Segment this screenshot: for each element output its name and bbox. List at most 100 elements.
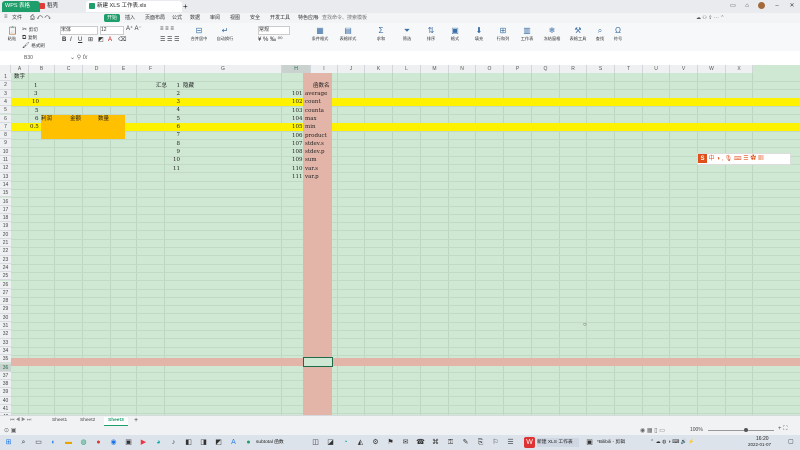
active-app-icon[interactable]: ● <box>243 437 254 448</box>
menu-special[interactable]: 特色应用 <box>298 14 318 22</box>
row-header-12[interactable]: 12 <box>0 164 11 173</box>
column-header-v[interactable]: V <box>670 65 698 73</box>
worksheet-button[interactable]: ▥ 工作表 <box>516 26 538 42</box>
column-header-g[interactable]: G <box>165 65 282 73</box>
paste-button[interactable]: 📋 粘贴 <box>4 26 20 42</box>
row-header-34[interactable]: 34 <box>0 346 11 356</box>
app-icon[interactable]: ◫ <box>310 437 321 448</box>
menu-home[interactable]: 开始 <box>104 14 121 22</box>
grow-font-icon[interactable]: A⁺ A⁻ <box>126 26 142 33</box>
column-header-w[interactable]: W <box>698 65 726 73</box>
cut-button[interactable]: ✂ 剪切 <box>22 26 38 34</box>
row-header-2[interactable]: 2 <box>0 81 11 90</box>
fill-color-icon[interactable]: ◩ <box>98 37 104 44</box>
column-header-s[interactable]: S <box>587 65 615 73</box>
column-header-k[interactable]: K <box>365 65 393 73</box>
skin-icon[interactable]: ⌂ <box>740 1 754 12</box>
tab-wps[interactable]: WPS 表格 <box>2 1 40 12</box>
sheet-nav-icon[interactable]: ⏮ ◀ ▶ ⏭ <box>6 417 35 425</box>
format-button[interactable]: ▣ 格式 <box>444 26 466 42</box>
app-icon[interactable]: ◪ <box>325 437 336 448</box>
row-header-1[interactable]: 1 <box>0 73 11 82</box>
spreadsheet-grid[interactable]: ABCDEFGHIJKLMNOPQRSTUVWX 1 2 3 4 5 6 7 8 9 10 11 12… <box>0 65 800 415</box>
row-header-14[interactable]: 14 <box>0 180 11 190</box>
find-button[interactable]: ⌕ 查找 <box>592 26 608 42</box>
merge-center-button[interactable]: ⊟ 合并居中 <box>188 26 210 42</box>
column-header-r[interactable]: R <box>560 65 587 73</box>
row-header-41[interactable]: 41 <box>0 405 11 414</box>
column-header-q[interactable]: Q <box>532 65 560 73</box>
bold-button[interactable]: B <box>62 37 66 44</box>
app-icon[interactable]: ◨ <box>198 437 209 448</box>
app-icon[interactable]: ▣ <box>584 437 595 448</box>
app-icon[interactable]: ☎ <box>415 437 426 448</box>
row-header-21[interactable]: 21 <box>0 239 11 248</box>
row-header-38[interactable]: 38 <box>0 380 11 389</box>
column-header-t[interactable]: T <box>615 65 643 73</box>
app-icon[interactable]: ⌘ <box>430 437 441 448</box>
taskbar-item-bilibili[interactable]: *Bilibili - 剪辑 <box>597 438 639 447</box>
sheet-tab-3[interactable]: Sheet3 <box>104 417 128 426</box>
chat-icon[interactable]: ◕ <box>153 437 164 448</box>
fill-button[interactable]: ⬇ 填充 <box>468 26 490 42</box>
menu-review[interactable]: 审阅 <box>210 14 220 22</box>
font-size-select[interactable]: 12 <box>100 26 124 35</box>
app-icon[interactable]: ◭ <box>355 437 366 448</box>
new-tab-button[interactable]: + <box>180 1 194 12</box>
row-header-5[interactable]: 5 <box>0 106 11 115</box>
row-header-39[interactable]: 39 <box>0 388 11 397</box>
column-header-p[interactable]: P <box>504 65 532 73</box>
column-header-a[interactable]: A <box>11 65 29 73</box>
symbol-button[interactable]: Ω 符号 <box>610 26 626 42</box>
row-header-25[interactable]: 25 <box>0 272 11 281</box>
formula-input[interactable] <box>100 53 790 63</box>
wps-writer-icon[interactable]: A <box>228 437 239 448</box>
edge-icon[interactable]: ◐ <box>48 437 59 448</box>
start-icon[interactable]: ⊞ <box>3 437 14 448</box>
rows-cols-button[interactable]: ⊞ 行和列 <box>492 26 514 42</box>
row-header-13[interactable]: 13 <box>0 172 11 181</box>
column-header-l[interactable]: L <box>393 65 421 73</box>
row-header-3[interactable]: 3 <box>0 89 11 98</box>
tab-workbook[interactable]: 新建 XLS 工作表.xls <box>86 1 182 12</box>
column-header-c[interactable]: C <box>55 65 83 73</box>
menu-file[interactable]: 文件 <box>12 14 22 22</box>
underline-button[interactable]: U <box>78 37 82 44</box>
cloud-icon[interactable]: ☁ ⚇ ⇪ ⋯ ⌃ <box>696 14 724 22</box>
sheet-tab-1[interactable]: Sheet1 <box>48 417 71 425</box>
fx-icon[interactable]: ⌄ ⚲ fx <box>70 54 87 61</box>
table-tools-button[interactable]: ⚒ 表格工具 <box>566 26 590 42</box>
menu-view[interactable]: 视图 <box>230 14 240 22</box>
tray-icons[interactable]: ⌃ ☁ ◍ ◑ ⌨ 🔊 ⚡ <box>650 439 695 445</box>
app-icon[interactable]: ◩ <box>213 437 224 448</box>
taskbar-item-workbook[interactable]: 新建 XLS 工作表 <box>537 438 579 447</box>
column-header-m[interactable]: M <box>421 65 449 73</box>
currency-icon[interactable]: ¥ % ‰ ⁰⁰ <box>258 37 282 44</box>
add-sheet-button[interactable]: + <box>130 417 142 425</box>
app-icon[interactable]: ⚙ <box>370 437 381 448</box>
qq-icon[interactable]: ◉ <box>108 437 119 448</box>
table-style-button[interactable]: ▤ 表格样式 <box>336 26 360 42</box>
music-icon[interactable]: ♪ <box>168 437 179 448</box>
zoom-in-icon[interactable]: + ⛶ <box>778 426 787 433</box>
row-header-35[interactable]: 35 <box>0 355 11 364</box>
app-icon[interactable]: ◧ <box>183 437 194 448</box>
row-header-23[interactable]: 23 <box>0 255 11 264</box>
row-header-10[interactable]: 10 <box>0 147 11 156</box>
wps-icon[interactable]: W <box>524 437 535 448</box>
number-format-select[interactable]: 常规 <box>258 26 290 35</box>
freeze-panes-button[interactable]: ❄ 冻结窗格 <box>540 26 564 42</box>
active-cell[interactable] <box>303 357 333 367</box>
column-header-b[interactable]: B <box>29 65 55 73</box>
row-header-15[interactable]: 15 <box>0 189 11 198</box>
align-top-icon[interactable]: ≡ ≡ ≡ <box>160 26 174 33</box>
app-icon[interactable]: ⚑ <box>385 437 396 448</box>
wrap-text-button[interactable]: ↵ 自动换行 <box>214 26 236 42</box>
row-header-11[interactable]: 11 <box>0 156 11 165</box>
row-header-16[interactable]: 16 <box>0 197 11 206</box>
row-header-9[interactable]: 9 <box>0 139 11 148</box>
column-header-u[interactable]: U <box>643 65 670 73</box>
layout-icon[interactable]: ▭ <box>726 1 740 12</box>
sort-button[interactable]: ⇅ 排序 <box>420 26 442 42</box>
row-header-29[interactable]: 29 <box>0 305 11 314</box>
